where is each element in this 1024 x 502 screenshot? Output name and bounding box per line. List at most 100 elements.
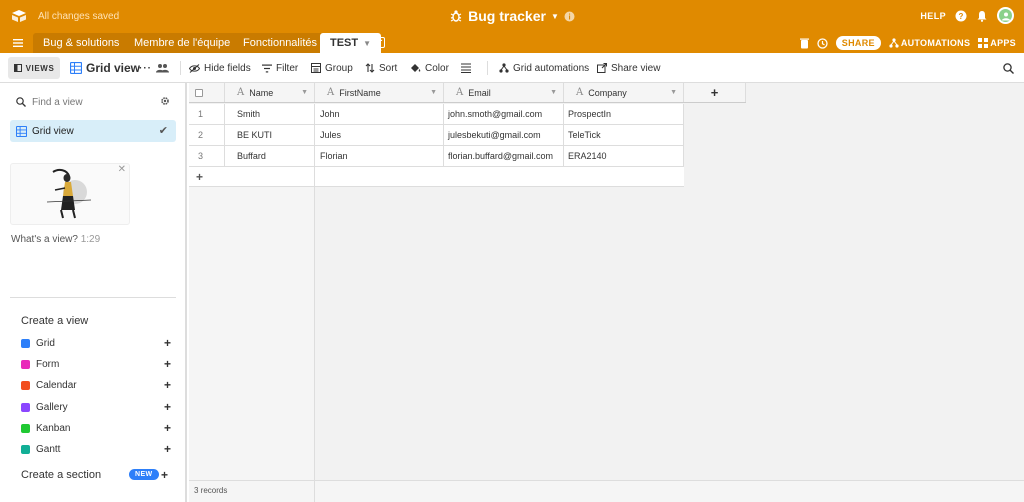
close-icon[interactable]: ✕ <box>118 164 126 175</box>
sort-icon <box>365 63 375 73</box>
group-button[interactable]: Group <box>311 53 353 83</box>
tab-test[interactable]: TEST ▼ <box>320 33 382 53</box>
add-table-icon[interactable]: + <box>374 37 385 48</box>
plus-icon[interactable]: + <box>164 357 171 371</box>
history-icon[interactable] <box>817 37 828 49</box>
create-calendar-view[interactable]: Calendar + <box>21 378 171 392</box>
hamburger-menu-icon[interactable] <box>12 37 24 49</box>
table-row[interactable]: 1 Smith John john.smoth@gmail.com Prospe… <box>189 104 684 125</box>
chevron-down-icon[interactable]: ▼ <box>363 39 371 48</box>
collaborators-icon[interactable] <box>156 53 169 83</box>
chevron-down-icon[interactable]: ▼ <box>550 89 557 96</box>
create-form-view[interactable]: Form + <box>21 357 171 371</box>
create-gallery-view[interactable]: Gallery + <box>21 400 171 414</box>
chevron-down-icon[interactable]: ▼ <box>670 89 677 96</box>
cell-firstname[interactable]: Florian <box>315 146 444 166</box>
cell-company[interactable]: ERA2140 <box>564 146 684 166</box>
sidebar-item-grid-view[interactable]: Grid view ✔ <box>10 120 176 142</box>
video-caption-text: What's a view? <box>11 234 78 245</box>
info-icon[interactable] <box>564 11 575 22</box>
plus-icon[interactable]: + <box>164 421 171 435</box>
top-header: All changes saved Bug tracker ▼ HELP ? <box>0 0 1024 33</box>
bug-icon <box>449 9 463 23</box>
chevron-down-icon[interactable]: ▼ <box>301 89 308 96</box>
sidebar-toggle-icon <box>13 64 22 72</box>
tab-fonctionnalites[interactable]: Fonctionnalités <box>233 33 327 53</box>
filter-button[interactable]: Filter <box>262 53 298 83</box>
grid-automations-button[interactable]: Grid automations <box>499 53 589 83</box>
automations-icon <box>889 38 899 48</box>
video-thumbnail[interactable]: ✕ <box>10 163 130 225</box>
filter-icon <box>262 64 272 73</box>
gear-icon[interactable] <box>160 96 170 106</box>
column-header-firstname[interactable]: A FirstName ▼ <box>315 83 444 102</box>
add-record-row[interactable]: + <box>189 167 684 187</box>
search-icon[interactable] <box>1003 53 1014 83</box>
apps-button[interactable]: APPS <box>978 38 1016 48</box>
plus-icon[interactable]: + <box>164 400 171 414</box>
more-options-icon[interactable]: ··· <box>139 53 152 83</box>
automations-button[interactable]: AUTOMATIONS <box>889 38 970 48</box>
group-icon <box>311 63 321 73</box>
avatar[interactable] <box>997 7 1014 24</box>
cell-firstname[interactable]: Jules <box>315 125 444 145</box>
hide-fields-button[interactable]: Hide fields <box>189 53 251 83</box>
color-button[interactable]: Color <box>410 53 449 83</box>
cell-company[interactable]: ProspectIn <box>564 104 684 124</box>
cell-email[interactable]: julesbekuti@gmail.com <box>444 125 564 145</box>
add-record-icon[interactable]: + <box>189 167 315 186</box>
cell-name[interactable]: Smith <box>225 104 315 124</box>
plus-icon[interactable]: + <box>161 468 168 482</box>
checkbox[interactable] <box>195 88 203 97</box>
notification-bell-icon[interactable] <box>976 10 988 22</box>
plus-icon[interactable]: + <box>164 378 171 392</box>
cell-company[interactable]: TeleTick <box>564 125 684 145</box>
tab-bug-solutions[interactable]: Bug & solutions <box>33 33 130 53</box>
color-label: Color <box>425 62 449 74</box>
view-switcher[interactable]: Grid view <box>70 53 140 83</box>
filter-label: Filter <box>276 62 299 74</box>
help-button[interactable]: HELP <box>920 11 946 21</box>
cell-email[interactable]: john.smoth@gmail.com <box>444 104 564 124</box>
table-row[interactable]: 2 BE KUTI Jules julesbekuti@gmail.com Te… <box>189 125 684 146</box>
create-section-button[interactable]: Create a section NEW + <box>21 468 171 482</box>
share-button[interactable]: SHARE <box>835 36 881 50</box>
cell-name[interactable]: Buffard <box>225 146 315 166</box>
plus-icon[interactable]: + <box>164 442 171 456</box>
column-header-company[interactable]: A Company ▼ <box>564 83 684 102</box>
create-gantt-view[interactable]: Gantt + <box>21 442 171 456</box>
cell-name[interactable]: BE KUTI <box>225 125 315 145</box>
views-sidebar: Find a view Grid view ✔ ✕ What's a view?… <box>0 83 187 502</box>
add-field-button[interactable]: + <box>684 83 746 102</box>
column-header-name[interactable]: A Name ▼ <box>225 83 315 102</box>
create-grid-view[interactable]: Grid + <box>21 336 171 350</box>
help-icon[interactable]: ? <box>955 10 967 22</box>
chevron-down-icon[interactable]: ▼ <box>430 89 437 96</box>
airtable-logo-icon[interactable] <box>11 9 27 23</box>
automations-icon <box>499 63 509 73</box>
base-title-button[interactable]: Bug tracker ▼ <box>449 8 575 24</box>
views-toggle-button[interactable]: VIEWS <box>8 57 60 79</box>
create-item-label: Calendar <box>36 379 77 391</box>
column-header-email[interactable]: A Email ▼ <box>444 83 564 102</box>
column-header-label: Email <box>468 87 491 98</box>
cell-firstname[interactable]: John <box>315 104 444 124</box>
save-status: All changes saved <box>38 11 120 22</box>
cell-email[interactable]: florian.buffard@gmail.com <box>444 146 564 166</box>
grid-table: A Name ▼ A FirstName ▼ A Email ▼ A Compa… <box>189 83 1024 502</box>
text-field-icon: A <box>456 87 464 98</box>
share-view-button[interactable]: Share view <box>597 53 660 83</box>
trash-icon[interactable] <box>799 38 809 49</box>
select-all-checkbox[interactable] <box>189 83 225 102</box>
plus-icon[interactable]: + <box>164 336 171 350</box>
find-view-field[interactable]: Find a view <box>16 94 174 110</box>
row-height-icon[interactable] <box>461 53 471 83</box>
create-kanban-view[interactable]: Kanban + <box>21 421 171 435</box>
sort-label: Sort <box>379 62 398 74</box>
sidebar-divider <box>10 297 176 298</box>
video-caption[interactable]: What's a view? 1:29 <box>11 234 100 245</box>
tab-membre-equipe[interactable]: Membre de l'équipe <box>124 33 241 53</box>
sort-button[interactable]: Sort <box>365 53 397 83</box>
grid-view-icon <box>70 62 82 74</box>
table-row[interactable]: 3 Buffard Florian florian.buffard@gmail.… <box>189 146 684 167</box>
